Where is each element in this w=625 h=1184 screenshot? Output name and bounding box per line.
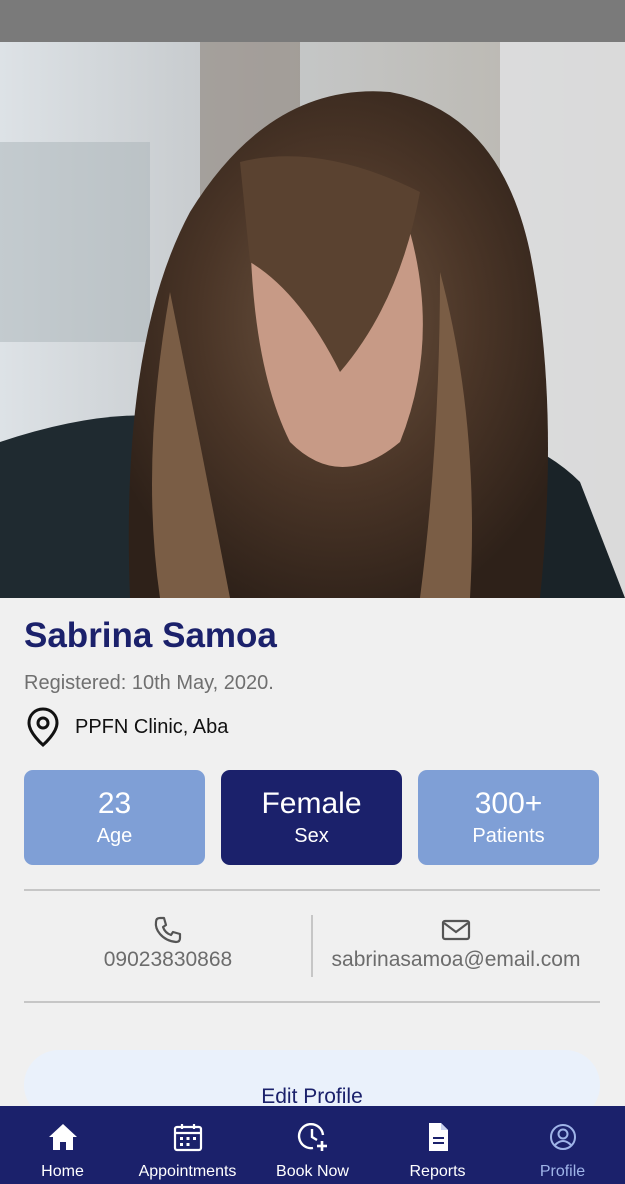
stat-patients-value: 300+ [474,787,543,820]
profile-name: Sabrina Samoa [24,616,277,655]
profile-photo [0,42,625,598]
mail-icon [441,919,471,941]
email-address[interactable]: sabrinasamoa@email.com [322,948,590,972]
nav-home[interactable]: Home [0,1106,125,1184]
divider-top [24,889,600,891]
edit-profile-label: Edit Profile [261,1084,363,1108]
stat-sex-label: Sex [294,825,329,847]
clock-plus-icon [297,1122,327,1151]
nav-reports-label: Reports [409,1163,466,1180]
nav-home-label: Home [41,1163,84,1180]
user-circle-icon [549,1124,576,1150]
stat-age-value: 23 [97,787,132,820]
nav-book-now[interactable]: Book Now [250,1106,375,1184]
location-text: PPFN Clinic, Aba [75,715,229,738]
nav-appointments-label: Appointments [138,1163,237,1180]
calendar-icon [173,1124,202,1152]
stat-patients: 300+ Patients [418,770,599,865]
stat-age: 23 Age [24,770,205,865]
stat-sex: Female Sex [221,770,402,865]
location-pin-icon [27,707,59,747]
bottom-navigation: Home Appointments Book Now Reports Profi… [0,1106,625,1184]
nav-appointments[interactable]: Appointments [125,1106,250,1184]
registered-date: Registered: 10th May, 2020. [24,672,274,694]
nav-reports[interactable]: Reports [375,1106,500,1184]
stat-sex-value: Female [261,787,362,820]
divider-bottom [24,1001,600,1003]
contact-email[interactable]: sabrinasamoa@email.com [322,914,590,972]
nav-profile-label: Profile [539,1163,586,1180]
nav-book-now-label: Book Now [276,1163,349,1180]
nav-profile[interactable]: Profile [500,1106,625,1184]
status-bar [0,0,625,42]
phone-number[interactable]: 09023830868 [88,948,248,972]
contact-divider [311,915,313,977]
stat-age-label: Age [96,825,133,847]
home-icon [48,1124,77,1150]
phone-icon [154,916,182,944]
document-icon [428,1123,448,1151]
location-row: PPFN Clinic, Aba [24,706,228,748]
contact-phone[interactable]: 09023830868 [88,914,248,972]
stat-patients-label: Patients [472,825,545,847]
